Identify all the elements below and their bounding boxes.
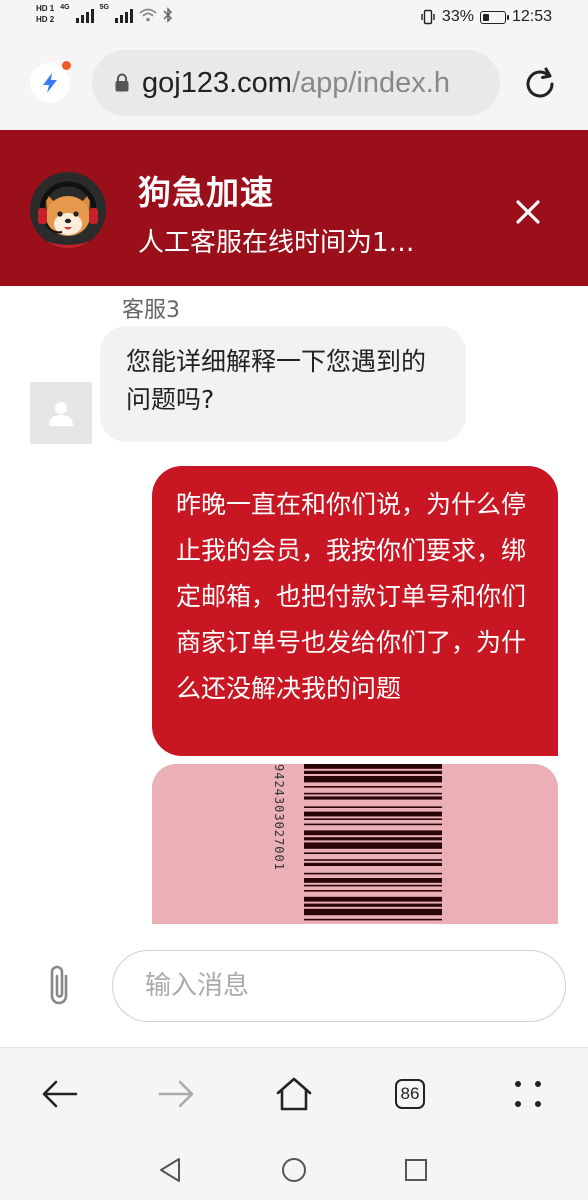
- home-icon: [276, 1077, 312, 1111]
- browser-home-button[interactable]: [266, 1066, 322, 1122]
- more-icon: [515, 1081, 541, 1107]
- barcode-bar: [304, 884, 442, 887]
- barcode-bar: [304, 823, 442, 826]
- vibrate-icon: [421, 9, 435, 25]
- barcode-bar: [304, 796, 442, 800]
- attach-button[interactable]: [40, 962, 80, 1014]
- barcode-bar: [304, 830, 442, 836]
- image-message[interactable]: 9424303027001: [152, 764, 558, 924]
- network2-label: 5G: [99, 4, 109, 11]
- url-text: goj123.com/app/index.h: [142, 67, 450, 100]
- close-chat-button[interactable]: [506, 190, 550, 234]
- nav-recents-icon: [405, 1159, 427, 1181]
- barcode-bar: [304, 878, 442, 883]
- signal2-icon: [114, 7, 133, 23]
- agent-avatar: [30, 382, 92, 444]
- barcode-bar: [304, 792, 442, 795]
- battery-fill: [482, 13, 490, 21]
- barcode-bar: [304, 872, 442, 875]
- signal1-icon: [75, 7, 94, 23]
- barcode-bar: [304, 903, 442, 907]
- barcode-bar: [304, 818, 442, 820]
- chat-subtitle: 人工客服在线时间为1…: [138, 228, 415, 258]
- barcode-bar: [304, 770, 442, 774]
- barcode-bar: [304, 890, 442, 892]
- paperclip-icon: [50, 965, 68, 1005]
- browser-toolbar: goj123.com/app/index.h: [0, 36, 588, 130]
- lock-icon: [114, 73, 130, 93]
- notification-dot: [62, 61, 71, 70]
- avatar-placeholder-icon: [49, 402, 73, 426]
- reload-icon: [526, 67, 554, 98]
- barcode-bar: [304, 918, 442, 921]
- battery-icon: [479, 10, 509, 24]
- forward-arrow-icon: [158, 1080, 194, 1108]
- barcode-bar: [304, 842, 442, 849]
- agent-name: 客服3: [122, 298, 180, 323]
- nav-home-icon: [282, 1158, 306, 1182]
- barcode-bar: [304, 806, 442, 808]
- chat-title: 狗急加速: [138, 173, 274, 212]
- barcode-bar: [304, 811, 442, 817]
- nav-back-icon: [160, 1158, 180, 1182]
- browser-forward-button[interactable]: [148, 1066, 204, 1122]
- status-bar: HD 1 HD 2 4G 5G 33% 12:53: [0, 0, 588, 36]
- message-list[interactable]: 客服3 您能详细解释一下您遇到的问题吗? 昨晚一直在和你们说，为什么停止我的会员…: [0, 286, 588, 924]
- bluetooth-icon: [163, 6, 172, 23]
- clock: 12:53: [511, 8, 552, 25]
- system-back-button[interactable]: [154, 1154, 186, 1186]
- url-bar[interactable]: goj123.com/app/index.h: [92, 50, 500, 116]
- shiba-dog-icon: [30, 172, 106, 248]
- barcode-bar: [304, 776, 442, 783]
- status-bar-right: 33% 12:53: [420, 8, 552, 26]
- close-icon: [516, 200, 540, 224]
- url-path: /app/index.h: [291, 66, 450, 99]
- flash-button[interactable]: [30, 61, 71, 103]
- system-nav-bar: [0, 1138, 588, 1200]
- browser-back-button[interactable]: [32, 1066, 88, 1122]
- more-menu-button[interactable]: [500, 1066, 556, 1122]
- system-recents-button[interactable]: [400, 1154, 432, 1186]
- barcode-bar: [304, 786, 442, 788]
- sim-labels: HD 1 HD 2: [36, 4, 54, 25]
- reload-button[interactable]: [522, 66, 558, 106]
- barcode-bar: [304, 896, 442, 902]
- barcode-bar: [304, 852, 442, 854]
- message-input[interactable]: [112, 950, 566, 1022]
- url-domain: goj123.com: [142, 66, 292, 99]
- chat-header: 狗急加速 人工客服在线时间为1…: [0, 130, 588, 286]
- wifi-icon: [139, 8, 157, 21]
- barcode-bar: [304, 764, 442, 769]
- tabs-button[interactable]: 86: [382, 1066, 438, 1122]
- system-home-button[interactable]: [278, 1154, 310, 1186]
- network1-label: 4G: [60, 4, 70, 11]
- flash-icon: [43, 73, 57, 93]
- sim1-label: HD 1: [36, 4, 55, 13]
- barcode-bar: [304, 908, 442, 916]
- barcode-bar: [304, 859, 442, 861]
- composer: [0, 924, 588, 1048]
- dog-logo-avatar: [30, 172, 106, 248]
- sim2-label: HD 2: [36, 15, 55, 24]
- browser-bottom-nav: 86: [0, 1048, 588, 1138]
- tabs-icon: 86: [395, 1079, 425, 1109]
- battery-percent: 33%: [441, 8, 474, 25]
- barcode-image: [304, 764, 442, 921]
- status-bar-left: HD 1 HD 2 4G 5G: [36, 4, 173, 25]
- user-message-bubble: 昨晚一直在和你们说，为什么停止我的会员，我按你们要求，绑定邮箱，也把付款订单号和…: [152, 466, 558, 756]
- barcode-bar: [304, 837, 442, 841]
- barcode-bar: [304, 862, 442, 866]
- barcode-number: 9424303027001: [272, 764, 286, 871]
- back-arrow-icon: [42, 1080, 78, 1108]
- agent-message-bubble: 您能详细解释一下您遇到的问题吗?: [100, 326, 466, 442]
